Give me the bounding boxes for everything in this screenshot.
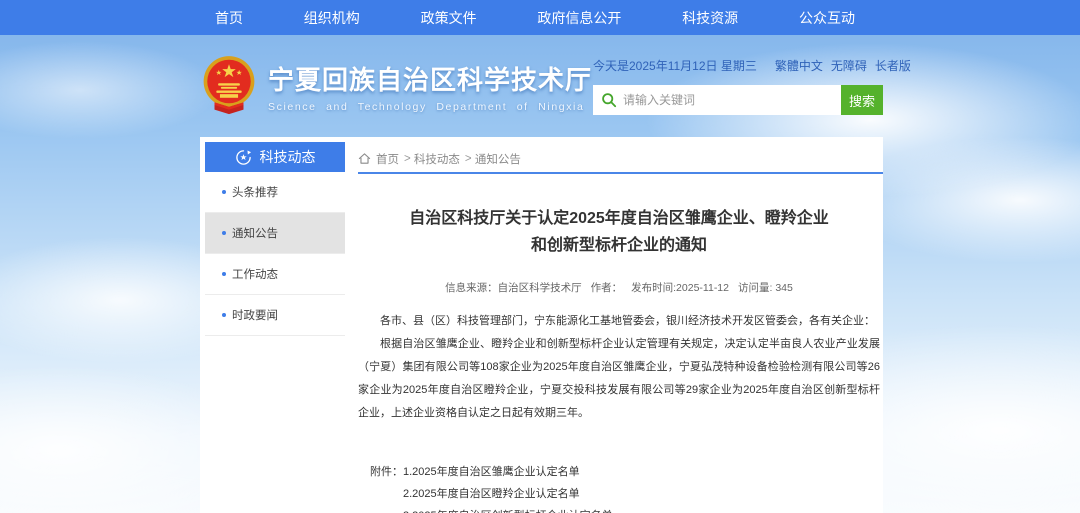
article: 自治区科技厅关于认定2025年度自治区雏鹰企业、瞪羚企业 和创新型标杆企业的通知… <box>358 205 883 513</box>
utility-link[interactable]: 繁體中文 <box>775 57 823 74</box>
nav-item[interactable]: 组织机构 <box>304 8 360 28</box>
header-utility: 今天是2025年11月12日 星期三 繁體中文 无障碍 长者版 <box>593 57 883 115</box>
nav-item[interactable]: 政府信息公开 <box>537 8 621 28</box>
breadcrumb-link[interactable]: 通知公告 <box>475 151 521 167</box>
article-title-line1: 自治区科技厅关于认定2025年度自治区雏鹰企业、瞪羚企业 <box>409 210 829 227</box>
top-nav-list: 首页 组织机构 政策文件 政府信息公开 科技资源 公众互动 <box>215 0 855 35</box>
sidebar-item-label: 头条推荐 <box>232 184 278 200</box>
top-navigation: 首页 组织机构 政策文件 政府信息公开 科技资源 公众互动 <box>0 0 1080 35</box>
bullet-icon <box>222 231 226 235</box>
breadcrumb-separator: > <box>404 153 411 165</box>
attachments-label: 附件： <box>370 461 403 513</box>
search-input[interactable] <box>593 85 841 115</box>
attachment-link[interactable]: 1.2025年度自治区雏鹰企业认定名单 <box>403 461 613 483</box>
bullet-icon <box>222 272 226 276</box>
article-title: 自治区科技厅关于认定2025年度自治区雏鹰企业、瞪羚企业 和创新型标杆企业的通知 <box>358 205 880 259</box>
utility-link[interactable]: 长者版 <box>875 57 911 74</box>
article-title-line2: 和创新型标杆企业的通知 <box>531 237 707 254</box>
breadcrumb-link[interactable]: 首页 <box>376 151 399 167</box>
bullet-icon <box>222 190 226 194</box>
breadcrumb-separator: > <box>465 153 472 165</box>
nav-item[interactable]: 政策文件 <box>421 8 477 28</box>
article-body: 各市、县（区）科技管理部门，宁东能源化工基地管委会，银川经济技术开发区管委会，各… <box>358 310 880 425</box>
sidebar-title: 科技动态 <box>260 147 316 167</box>
attachment-link[interactable]: 2.2025年度自治区瞪羚企业认定名单 <box>403 483 613 505</box>
home-icon <box>358 152 371 165</box>
search-icon <box>601 92 617 108</box>
paragraph: 根据自治区雏鹰企业、瞪羚企业和创新型标杆企业认定管理有关规定，决定认定半亩良人农… <box>358 333 880 425</box>
sidebar-item-label: 时政要闻 <box>232 307 278 323</box>
sidebar: 科技动态 头条推荐 通知公告 工作动态 <box>205 142 345 513</box>
bullet-icon <box>222 313 226 317</box>
content-container: 科技动态 头条推荐 通知公告 工作动态 <box>200 137 883 513</box>
sidebar-item-label: 工作动态 <box>232 266 278 282</box>
utility-links: 繁體中文 无障碍 长者版 <box>775 57 911 74</box>
sidebar-menu: 头条推荐 通知公告 工作动态 时政要闻 <box>205 172 345 336</box>
sidebar-item[interactable]: 时政要闻 <box>205 295 345 336</box>
sidebar-header: 科技动态 <box>205 142 345 172</box>
attachments-block: 附件： 1.2025年度自治区雏鹰企业认定名单 2.2025年度自治区瞪羚企业认… <box>370 461 880 513</box>
article-meta-part: 信息来源：自治区科学技术厅 <box>445 280 582 295</box>
article-meta-part: 作者： <box>591 280 623 295</box>
attachments-list: 1.2025年度自治区雏鹰企业认定名单 2.2025年度自治区瞪羚企业认定名单 … <box>403 461 613 513</box>
article-meta-part: 发布时间:2025-11-12 <box>631 280 729 295</box>
sidebar-item[interactable]: 头条推荐 <box>205 172 345 213</box>
site-brand[interactable]: 宁夏回族自治区科学技术厅 Science and Technology Depa… <box>200 55 592 117</box>
page: { "colors": { "nav_blue": "#3e7de8", "ac… <box>0 0 1080 513</box>
main-content: 首页 > 科技动态 > 通知公告 自治区科技厅关于认定2025 <box>358 142 883 513</box>
breadcrumb-list: 首页 > 科技动态 > 通知公告 <box>376 151 526 167</box>
site-subtitle: Science and Technology Department of Nin… <box>268 101 592 113</box>
article-meta-part: 访问量: 345 <box>738 280 793 295</box>
nav-item[interactable]: 公众互动 <box>799 8 855 28</box>
article-meta: 信息来源：自治区科学技术厅 作者： 发布时间:2025-11-12 访问量: 3… <box>358 280 880 295</box>
breadcrumb-link[interactable]: 科技动态 <box>414 151 460 167</box>
search-bar: 搜索 <box>593 85 883 115</box>
attachment-link[interactable]: 3.2025年度自治区创新型标杆企业认定名单 <box>403 505 613 513</box>
sidebar-item[interactable]: 通知公告 <box>205 213 345 254</box>
site-header: 宁夏回族自治区科学技术厅 Science and Technology Depa… <box>0 35 1080 137</box>
search-button[interactable]: 搜索 <box>841 85 883 115</box>
nav-item[interactable]: 科技资源 <box>682 8 738 28</box>
utility-link[interactable]: 无障碍 <box>831 57 867 74</box>
paragraph: 各市、县（区）科技管理部门，宁东能源化工基地管委会，银川经济技术开发区管委会，各… <box>358 310 880 333</box>
tech-news-icon <box>235 149 252 166</box>
breadcrumb: 首页 > 科技动态 > 通知公告 <box>358 145 883 174</box>
nav-item[interactable]: 首页 <box>215 8 243 28</box>
site-title: 宁夏回族自治区科学技术厅 <box>268 60 592 97</box>
national-emblem-logo <box>200 55 258 117</box>
sidebar-item[interactable]: 工作动态 <box>205 254 345 295</box>
sidebar-item-label: 通知公告 <box>232 225 278 241</box>
current-date: 今天是2025年11月12日 星期三 <box>593 57 757 74</box>
